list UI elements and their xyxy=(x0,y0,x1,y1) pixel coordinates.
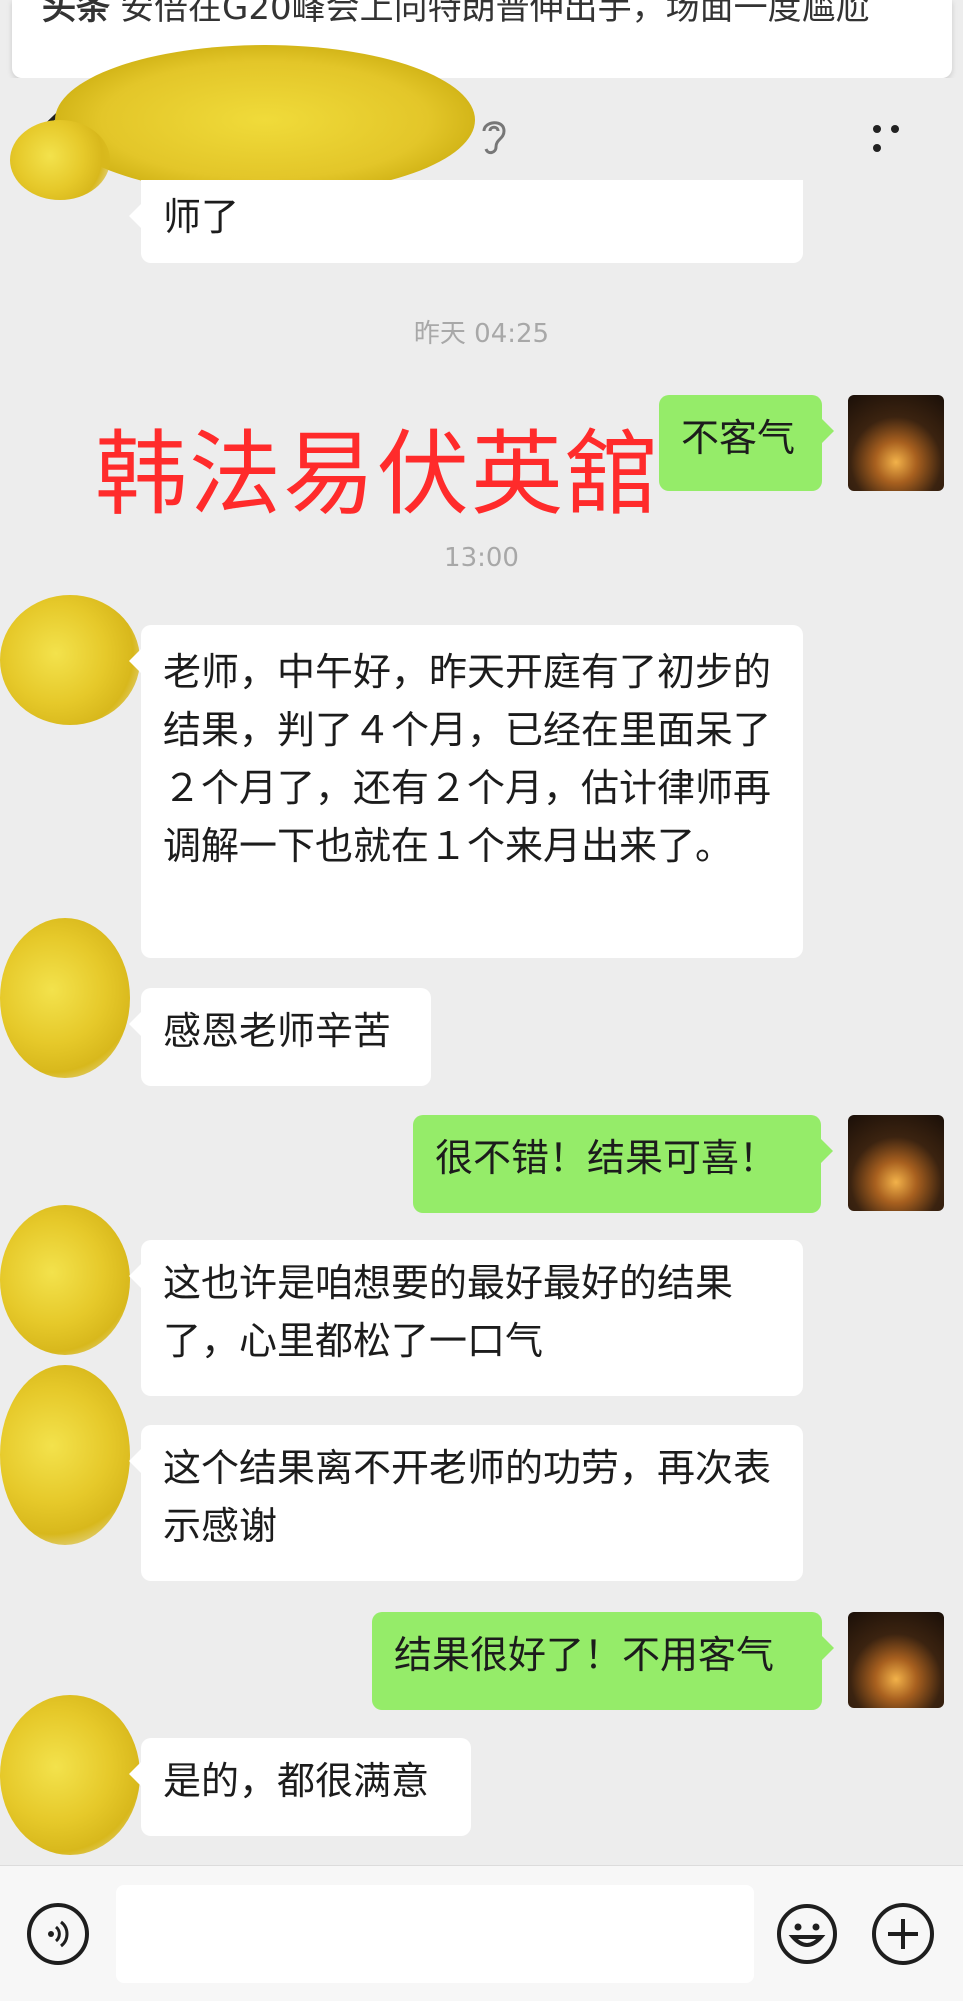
incoming-message: 这个结果离不开老师的功劳，再次表示感谢 xyxy=(129,1425,803,1581)
more-icon[interactable] xyxy=(868,118,918,152)
plus-icon[interactable] xyxy=(872,1903,934,1965)
contact-avatar[interactable] xyxy=(0,918,130,1078)
user-avatar[interactable] xyxy=(848,1115,944,1211)
user-avatar[interactable] xyxy=(848,1612,944,1708)
contact-avatar[interactable] xyxy=(0,595,140,725)
notification-headline: 安倍在G20峰会上向特朗普伸出手，场面一度尴尬 xyxy=(120,0,870,28)
message-input[interactable] xyxy=(116,1885,754,1983)
contact-avatar[interactable] xyxy=(10,120,110,200)
voice-icon[interactable] xyxy=(27,1903,89,1965)
incoming-message: 这也许是咱想要的最好最好的结果了，心里都松了一口气 xyxy=(129,1240,803,1396)
obscured-chat-title xyxy=(55,45,475,195)
user-avatar[interactable] xyxy=(848,395,944,491)
contact-avatar[interactable] xyxy=(0,1695,140,1855)
outgoing-message: 很不错！结果可喜！ xyxy=(413,1115,833,1213)
incoming-message: 老师，中午好，昨天开庭有了初步的结果，判了４个月，已经在里面呆了２个月了，还有２… xyxy=(129,625,803,958)
outgoing-message: 结果很好了！不用客气 xyxy=(372,1612,834,1710)
outgoing-message: 不客气 xyxy=(659,395,834,491)
incoming-message: 是的，都很满意 xyxy=(129,1738,471,1836)
contact-avatar[interactable] xyxy=(0,1205,130,1355)
timestamp: 昨天 04:25 xyxy=(413,319,550,349)
watermark-text: 韩法易伏英舘 xyxy=(95,421,660,528)
timestamp: 13:00 xyxy=(444,543,519,573)
emoji-icon[interactable] xyxy=(776,1903,838,1965)
ear-icon xyxy=(476,115,512,157)
contact-avatar[interactable] xyxy=(0,1365,130,1545)
notification-source: 头条 xyxy=(42,0,110,28)
incoming-message: 感恩老师辛苦 xyxy=(129,988,431,1086)
incoming-message: 师了 xyxy=(129,180,803,263)
